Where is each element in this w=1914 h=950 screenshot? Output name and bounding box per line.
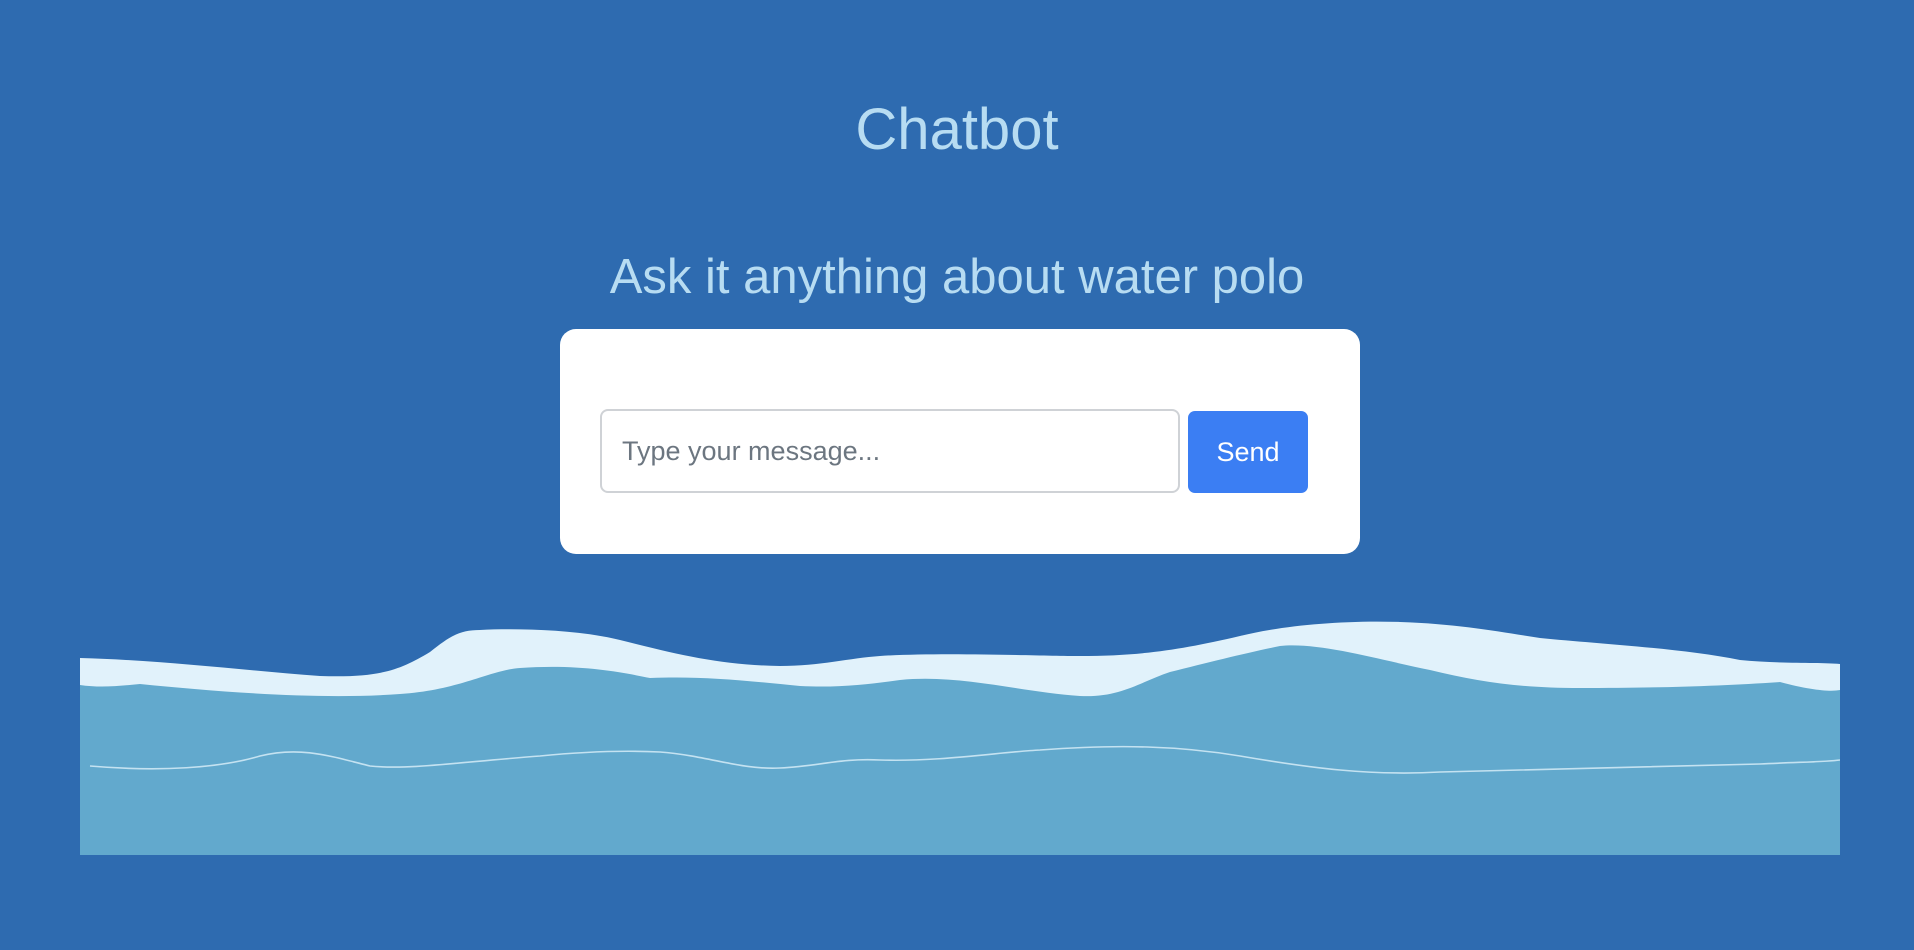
page-subtitle: Ask it anything about water polo (609, 250, 1305, 304)
message-input[interactable] (600, 409, 1180, 493)
page-title: Chatbot (855, 97, 1059, 162)
page: Chatbot Ask it anything about water polo… (0, 0, 1914, 950)
water-waves-illustration (80, 621, 1840, 855)
send-button[interactable]: Send (1188, 411, 1308, 493)
chat-card: Send (560, 329, 1360, 554)
